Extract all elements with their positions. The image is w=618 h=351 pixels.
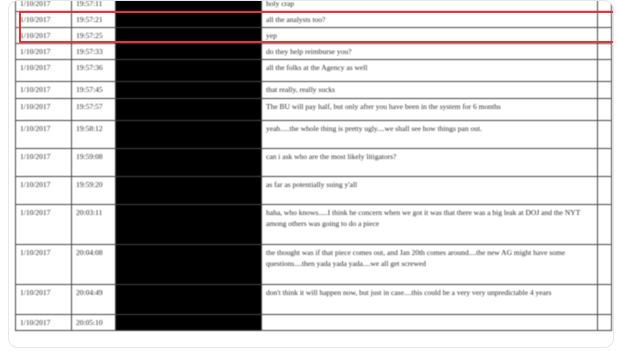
row-message: holy crap <box>261 1 598 12</box>
row-message: can i ask who are the most likely litiga… <box>261 148 598 177</box>
row-message: do they help reimburse you? <box>261 43 598 60</box>
row-date: 1/10/2017 <box>15 81 72 99</box>
row-time: 19:57:36 <box>71 59 116 82</box>
redacted-name <box>115 314 262 331</box>
row-message <box>261 314 598 331</box>
table-row: 1/10/2017 19:57:36 all the folks at the Ag… <box>15 59 612 82</box>
row-date: 1/10/2017 <box>15 204 72 245</box>
row-extra <box>597 176 612 205</box>
embedded-image-card: 1/10/2017 19:57:11 holy crap 1/10/2017 19:57… <box>8 0 614 348</box>
row-date: 1/10/2017 <box>15 284 72 315</box>
table-row: 1/10/2017 20:04:08 the thought was if that… <box>15 244 612 285</box>
row-time: 19:59:08 <box>71 148 116 177</box>
row-message: all the folks at the Agency as well <box>261 59 598 82</box>
row-message: haha, who knows.....I think he concern w… <box>261 204 598 245</box>
row-date: 1/10/2017 <box>15 1 72 12</box>
row-message: The BU will pay half, but only after you… <box>261 98 598 121</box>
row-message: that really, really sucks <box>261 81 598 99</box>
row-time: 20:03:11 <box>71 204 116 245</box>
table-row: 1/10/2017 19:57:45 that really, really suc… <box>15 81 612 99</box>
row-date: 1/10/2017 <box>15 43 72 60</box>
row-extra <box>597 284 612 315</box>
row-date: 1/10/2017 <box>15 120 72 149</box>
table-row: 1/10/2017 20:03:11 haha, who knows.....I t… <box>15 204 612 245</box>
row-extra <box>597 244 612 285</box>
redacted-name <box>115 1 262 12</box>
chat-log-document: 1/10/2017 19:57:11 holy crap 1/10/2017 19:57… <box>15 1 612 347</box>
row-time: 20:04:49 <box>71 284 116 315</box>
redacted-name <box>115 98 262 121</box>
row-time: 19:57:11 <box>71 1 116 12</box>
row-message: the thought was if that piece comes out,… <box>261 244 598 285</box>
row-date: 1/10/2017 <box>15 148 72 177</box>
table-row: 1/10/2017 19:59:08 can i ask who are the m… <box>15 148 612 177</box>
row-message: don't think it will happen now, but just… <box>261 284 598 315</box>
row-extra <box>597 148 612 177</box>
table-row: 1/10/2017 19:57:11 holy crap <box>15 1 612 12</box>
row-extra <box>597 314 612 331</box>
row-time: 19:57:33 <box>71 43 116 60</box>
table-row: 1/10/2017 19:58:12 yeah.....the whole thin… <box>15 120 612 149</box>
table-row: 1/10/2017 20:05:10 <box>15 314 612 331</box>
redacted-name <box>115 204 262 245</box>
redacted-name <box>115 81 262 99</box>
row-extra <box>597 43 612 60</box>
row-time: 19:58:12 <box>71 120 116 149</box>
table-row: 1/10/2017 20:04:49 don't think it will hap… <box>15 284 612 315</box>
row-time: 19:57:45 <box>71 81 116 99</box>
row-message: as far as potentially suing y'all <box>261 176 598 205</box>
table-row: 1/10/2017 19:59:20 as far as potentially s… <box>15 176 612 205</box>
redacted-name <box>115 148 262 177</box>
redacted-name <box>115 176 262 205</box>
row-time: 19:59:20 <box>71 176 116 205</box>
chat-log-table: 1/10/2017 19:57:11 holy crap 1/10/2017 19:57… <box>15 1 612 331</box>
row-date: 1/10/2017 <box>15 176 72 205</box>
table-row: 1/10/2017 19:57:33 do they help reimburse … <box>15 43 612 60</box>
row-date: 1/10/2017 <box>15 59 72 82</box>
row-extra <box>597 204 612 245</box>
row-date: 1/10/2017 <box>15 98 72 121</box>
redacted-name <box>115 120 262 149</box>
row-extra <box>597 98 612 121</box>
row-extra <box>597 1 612 12</box>
row-date: 1/10/2017 <box>15 244 72 285</box>
row-time: 19:57:57 <box>71 98 116 121</box>
row-time: 20:05:10 <box>71 314 116 331</box>
redacted-name <box>115 244 262 285</box>
redacted-name <box>115 59 262 82</box>
row-time: 20:04:08 <box>71 244 116 285</box>
row-date: 1/10/2017 <box>15 314 72 331</box>
row-message: yeah.....the whole thing is pretty ugly.… <box>261 120 598 149</box>
redacted-name <box>115 284 262 315</box>
table-row: 1/10/2017 19:57:57 The BU will pay half, b… <box>15 98 612 121</box>
red-highlight-box <box>19 11 613 43</box>
row-extra <box>597 81 612 99</box>
row-extra <box>597 120 612 149</box>
row-extra <box>597 59 612 82</box>
redacted-name <box>115 43 262 60</box>
